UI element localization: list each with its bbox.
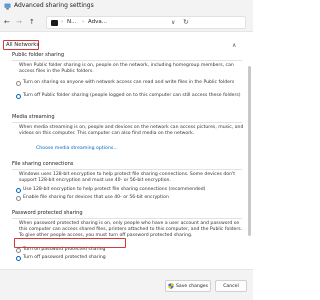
radio-public-on[interactable] bbox=[16, 81, 21, 86]
cancel-button[interactable]: Cancel bbox=[215, 280, 247, 292]
public-folder-description: When Public folder sharing is on, people… bbox=[19, 63, 234, 75]
option-128-bit[interactable]: Use 128-bit encryption to help protect f… bbox=[23, 187, 245, 193]
divider bbox=[12, 169, 242, 170]
breadcrumb-network[interactable]: N... bbox=[67, 19, 76, 25]
up-arrow-icon[interactable]: ↑ bbox=[29, 18, 35, 26]
file-sharing-header: File sharing connections bbox=[12, 161, 74, 167]
divider bbox=[12, 60, 242, 61]
refresh-icon[interactable]: ↻ bbox=[183, 18, 189, 26]
breadcrumb-separator: › bbox=[61, 19, 64, 25]
save-changes-button[interactable]: Save changes bbox=[165, 280, 211, 292]
cancel-label: Cancel bbox=[223, 283, 239, 289]
divider bbox=[12, 122, 242, 123]
media-streaming-header: Media streaming bbox=[12, 114, 55, 120]
network-sharing-icon bbox=[4, 3, 11, 10]
scrollbar-thumb[interactable] bbox=[248, 66, 251, 236]
password-sharing-description: When password protected sharing is on, o… bbox=[19, 221, 243, 239]
address-bar: ← → ↑ › N... › Adva... ∨ ↻ bbox=[0, 14, 253, 32]
address-path[interactable]: › N... › Adva... ∨ ↻ bbox=[46, 16, 246, 29]
section-title: All Networks bbox=[6, 42, 40, 48]
title-bar: Advanced sharing settings bbox=[0, 0, 253, 14]
back-arrow-icon[interactable]: ← bbox=[4, 18, 10, 26]
media-streaming-description: When media streaming is on, people and d… bbox=[19, 125, 244, 137]
radio-128-bit[interactable] bbox=[16, 188, 21, 193]
chevron-up-icon[interactable]: ∧ bbox=[232, 42, 236, 49]
breadcrumb-separator: › bbox=[82, 19, 85, 25]
chevron-down-icon[interactable]: ∨ bbox=[171, 19, 175, 26]
option-public-on[interactable]: Turn on sharing so anyone with network a… bbox=[23, 80, 245, 86]
radio-40-56-bit[interactable] bbox=[16, 196, 21, 201]
media-streaming-options-link[interactable]: Choose media streaming options... bbox=[36, 146, 118, 151]
radio-public-off[interactable] bbox=[16, 94, 21, 99]
radio-password-off[interactable] bbox=[16, 256, 21, 261]
file-sharing-description: Windows uses 128-bit encryption to help … bbox=[19, 172, 236, 184]
uac-shield-icon bbox=[168, 283, 174, 289]
option-password-off[interactable]: Turn off password protected sharing bbox=[23, 255, 245, 261]
window-title: Advanced sharing settings bbox=[14, 2, 94, 9]
option-40-56-bit[interactable]: Enable file sharing for devices that use… bbox=[23, 195, 245, 201]
password-sharing-header: Password protected sharing bbox=[12, 210, 83, 216]
control-panel-icon bbox=[51, 20, 58, 26]
section-all-networks[interactable]: All Networks bbox=[3, 40, 39, 50]
breadcrumb-advanced[interactable]: Adva... bbox=[88, 19, 107, 25]
dialog-footer: Save changes Cancel bbox=[0, 269, 253, 300]
divider bbox=[12, 218, 242, 219]
settings-content: All Networks ∧ Public folder sharing Whe… bbox=[0, 32, 253, 269]
forward-arrow-icon[interactable]: → bbox=[16, 18, 22, 26]
radio-password-on[interactable] bbox=[16, 248, 21, 253]
option-public-off[interactable]: Turn off Public folder sharing (people l… bbox=[23, 93, 245, 99]
save-changes-label: Save changes bbox=[175, 283, 209, 289]
highlight-turn-off-password bbox=[14, 238, 126, 248]
public-folder-header: Public folder sharing bbox=[12, 52, 65, 58]
